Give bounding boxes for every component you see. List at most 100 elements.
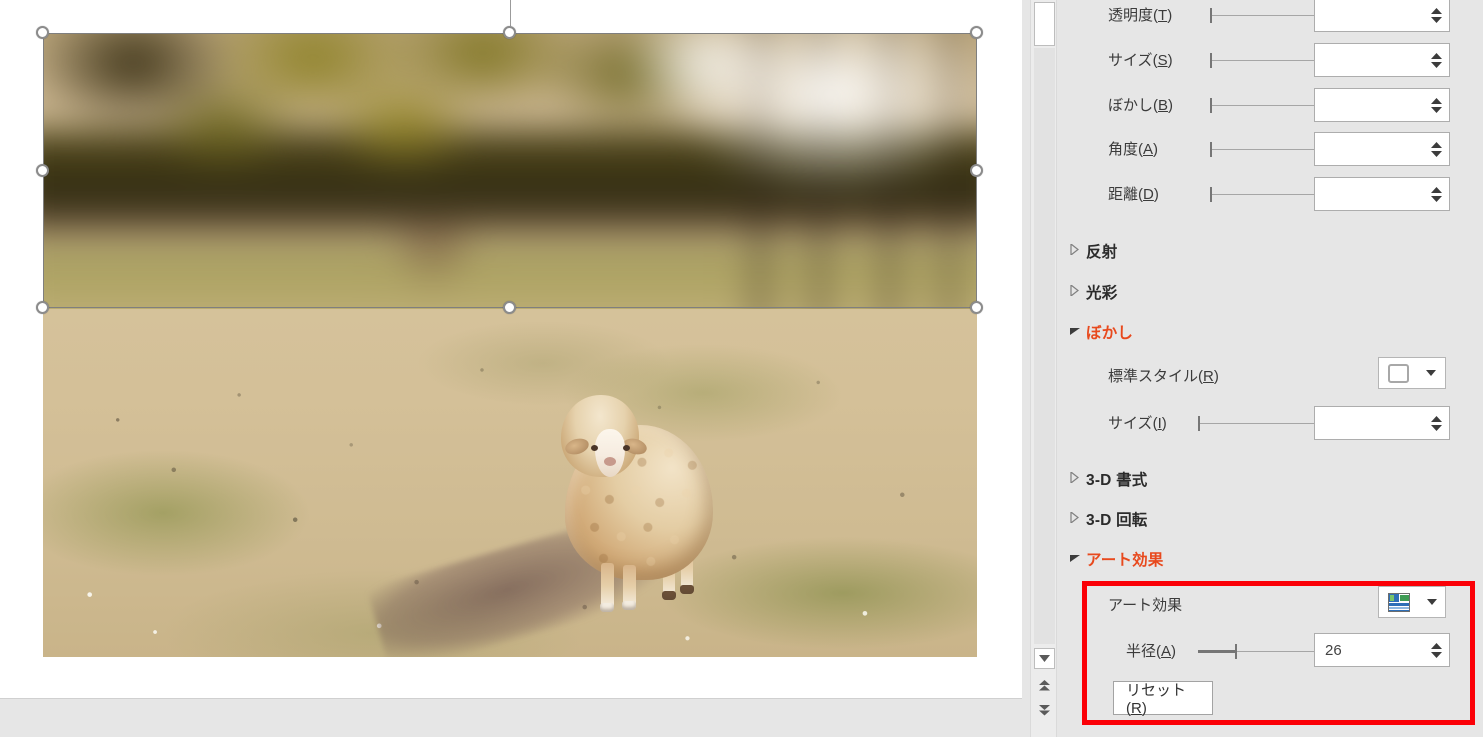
field-row-transparency: 透明度(T) xyxy=(1058,0,1483,37)
label-shadow-angle: 角度(A) xyxy=(1108,141,1159,158)
selection-handle-middle-left[interactable] xyxy=(36,164,49,177)
selection-handle-top-right[interactable] xyxy=(970,26,983,39)
caret-up-icon xyxy=(1430,415,1442,422)
spinner-shadow-size[interactable] xyxy=(1423,44,1449,76)
section-title-soft-edges: ぼかし xyxy=(1086,325,1134,342)
spinbox-soft-edge-size[interactable] xyxy=(1314,406,1450,440)
sheep-eye-left xyxy=(591,445,598,451)
spinner-shadow-distance[interactable] xyxy=(1423,178,1449,210)
section-header-3d-format[interactable]: 3-D 書式 xyxy=(1058,459,1483,499)
previous-slide-button[interactable] xyxy=(1034,675,1055,696)
double-up-icon xyxy=(1039,680,1050,691)
spinner-radius[interactable] xyxy=(1423,634,1449,666)
vertical-scrollbar[interactable] xyxy=(1030,0,1057,737)
caret-up-icon xyxy=(1430,186,1442,193)
next-slide-button[interactable] xyxy=(1034,700,1055,721)
sheep-ear-left xyxy=(563,435,591,458)
spinbox-shadow-blur[interactable] xyxy=(1314,88,1450,122)
label-artistic-effect: アート効果 xyxy=(1108,597,1183,614)
field-row-preset-style: 標準スタイル(R) xyxy=(1058,353,1483,398)
section-title-3d-rotation: 3-D 回転 xyxy=(1086,512,1148,529)
section-title-reflection: 反射 xyxy=(1086,244,1118,261)
section-header-artistic-effects[interactable]: アート効果 xyxy=(1058,539,1483,579)
spinbox-shadow-angle[interactable] xyxy=(1314,132,1450,166)
reset-button[interactable]: リセット(R) xyxy=(1113,681,1213,717)
scrollbar-track[interactable] xyxy=(1034,48,1055,644)
spinner-soft-edge-size[interactable] xyxy=(1423,407,1449,439)
below-slide-area xyxy=(0,698,1022,737)
field-row-soft-edge-size: サイズ(I) xyxy=(1058,400,1483,445)
spinbox-radius[interactable]: 26 xyxy=(1314,633,1450,667)
blurred-park-background xyxy=(43,33,977,309)
spinner-shadow-angle[interactable] xyxy=(1423,133,1449,165)
reset-button-label: リセット(R) xyxy=(1126,682,1187,717)
selection-handle-top-left[interactable] xyxy=(36,26,49,39)
selected-picture[interactable] xyxy=(43,33,977,657)
artistic-effect-gallery-dropdown[interactable] xyxy=(1378,586,1446,618)
caret-down-icon xyxy=(1430,106,1442,113)
scroll-down-button[interactable] xyxy=(1034,648,1055,669)
caret-up-icon xyxy=(1430,7,1442,14)
spinner-transparency[interactable] xyxy=(1423,0,1449,31)
label-shadow-blur: ぼかし(B) xyxy=(1108,97,1174,114)
field-row-shadow-size: サイズ(S) xyxy=(1058,37,1483,82)
selection-handle-top-center[interactable] xyxy=(503,26,516,39)
section-header-soft-edges[interactable]: ぼかし xyxy=(1058,312,1483,352)
selection-handle-bottom-left[interactable] xyxy=(36,301,49,314)
section-title-glow: 光彩 xyxy=(1086,285,1118,302)
caret-down-icon xyxy=(1430,195,1442,202)
sheep-nose xyxy=(604,457,616,466)
field-row-shadow-angle: 角度(A) xyxy=(1058,126,1483,171)
caret-down-icon xyxy=(1430,651,1442,658)
rotation-handle-stem xyxy=(510,0,511,26)
spinner-shadow-blur[interactable] xyxy=(1423,89,1449,121)
caret-up-icon xyxy=(1430,141,1442,148)
chevron-right-icon xyxy=(1070,470,1079,488)
sheep-hoof-back-right xyxy=(680,585,694,594)
spinbox-shadow-distance[interactable] xyxy=(1314,177,1450,211)
caret-down-icon xyxy=(1039,655,1050,662)
chevron-down-icon xyxy=(1070,550,1081,568)
caret-down-icon xyxy=(1430,424,1442,431)
spinbox-transparency[interactable] xyxy=(1314,0,1450,32)
chevron-right-icon xyxy=(1070,242,1079,260)
section-header-3d-rotation[interactable]: 3-D 回転 xyxy=(1058,499,1483,539)
section-title-3d-format: 3-D 書式 xyxy=(1086,472,1148,489)
sheep-head xyxy=(561,395,649,477)
value-radius[interactable]: 26 xyxy=(1315,642,1423,659)
sheep-hoof-back-left xyxy=(662,591,676,600)
caret-down-icon xyxy=(1430,61,1442,68)
sheep-hoof-front-right xyxy=(622,601,636,610)
chevron-down-icon xyxy=(1426,370,1437,376)
chevron-down-icon xyxy=(1070,323,1081,341)
chevron-down-icon xyxy=(1426,599,1437,605)
selection-handle-middle-right[interactable] xyxy=(970,164,983,177)
rounded-square-icon xyxy=(1387,363,1409,383)
chevron-right-icon xyxy=(1070,510,1079,528)
format-picture-pane: 透明度(T) サイズ(S) ぼかし(B) 角度(A) 距離(D) 反射 光彩 ぼ… xyxy=(1058,0,1483,737)
blurred-region xyxy=(43,33,977,309)
label-shadow-distance: 距離(D) xyxy=(1108,186,1159,203)
powerpoint-window: 透明度(T) サイズ(S) ぼかし(B) 角度(A) 距離(D) 反射 光彩 ぼ… xyxy=(0,0,1483,737)
caret-up-icon xyxy=(1430,97,1442,104)
label-preset-style: 標準スタイル(R) xyxy=(1108,368,1219,385)
caret-up-icon xyxy=(1430,52,1442,59)
scrollbar-thumb[interactable] xyxy=(1034,2,1055,46)
slide-canvas[interactable] xyxy=(0,0,1022,698)
section-header-reflection[interactable]: 反射 xyxy=(1058,231,1483,271)
field-row-artistic-effect: アート効果 xyxy=(1058,582,1483,627)
section-header-glow[interactable]: 光彩 xyxy=(1058,272,1483,312)
sheep xyxy=(551,385,713,612)
selection-handle-bottom-right[interactable] xyxy=(970,301,983,314)
field-row-radius: 半径(A) 26 xyxy=(1058,628,1483,673)
spinbox-shadow-size[interactable] xyxy=(1314,43,1450,77)
label-transparency: 透明度(T) xyxy=(1108,7,1173,24)
caret-down-icon xyxy=(1430,16,1442,23)
preset-style-dropdown[interactable] xyxy=(1378,357,1446,389)
label-radius: 半径(A) xyxy=(1126,643,1177,660)
caret-down-icon xyxy=(1430,150,1442,157)
section-title-artistic-effects: アート効果 xyxy=(1086,552,1164,569)
sheep-hoof-front-left xyxy=(600,603,614,612)
label-shadow-size: サイズ(S) xyxy=(1108,52,1173,69)
selection-handle-bottom-center[interactable] xyxy=(503,301,516,314)
